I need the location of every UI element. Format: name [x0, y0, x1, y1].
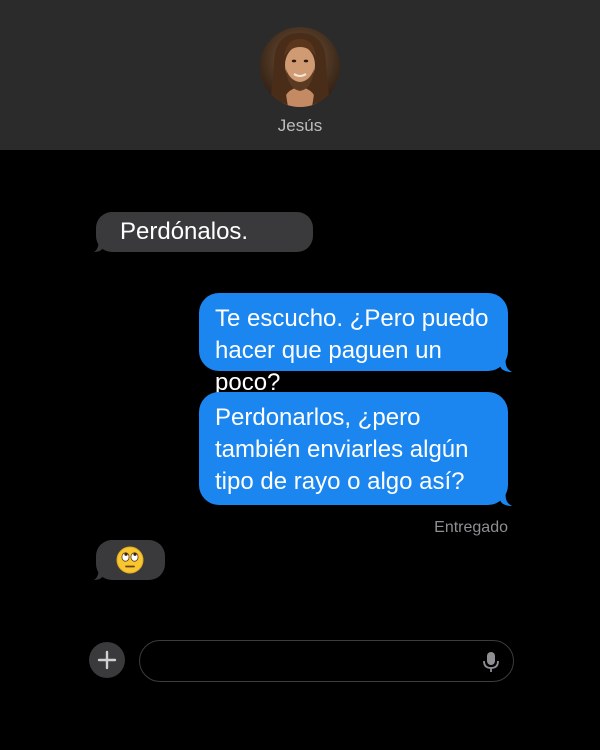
message-text-line: Perdonarlos, ¿pero	[215, 404, 421, 431]
message-input[interactable]	[156, 649, 480, 675]
message-text-line: también enviarles algún	[215, 436, 469, 463]
message-bubble-incoming[interactable]: Perdónalos.	[96, 212, 313, 252]
contact-name[interactable]: Jesús	[0, 116, 600, 136]
face-with-rolling-eyes-icon	[116, 546, 144, 574]
delivered-status: Entregado	[434, 519, 508, 536]
message-text: Perdónalos.	[120, 218, 249, 245]
contact-avatar[interactable]	[260, 27, 340, 107]
add-attachment-button[interactable]	[89, 642, 125, 678]
message-text-line: Te escucho. ¿Pero puedo	[215, 305, 489, 332]
message-input-container[interactable]	[139, 640, 514, 682]
message-bubble-outgoing[interactable]: Perdonarlos, ¿pero también enviarles alg…	[199, 392, 508, 505]
message-bubble-outgoing[interactable]: Te escucho. ¿Pero puedo hacer que paguen…	[199, 293, 508, 396]
message-text-line: hacer que paguen un poco?	[215, 337, 442, 396]
message-text-line: tipo de rayo o algo así?	[215, 468, 465, 495]
message-bubble-incoming[interactable]	[96, 540, 165, 580]
conversation-header: Jesús	[0, 0, 600, 150]
microphone-icon[interactable]	[482, 651, 500, 673]
plus-icon	[97, 650, 117, 670]
